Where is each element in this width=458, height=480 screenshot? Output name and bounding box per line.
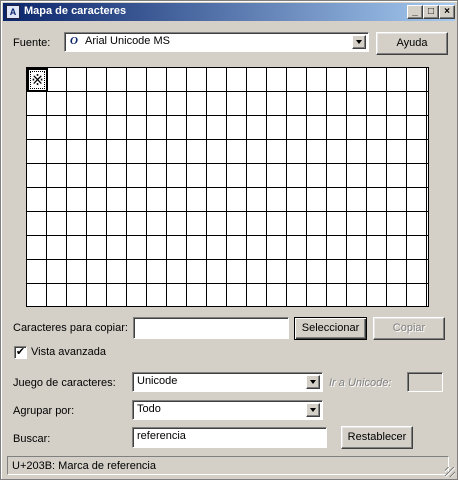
help-button[interactable]: Ayuda xyxy=(376,32,448,55)
selected-character-cell[interactable]: ※ xyxy=(27,68,48,92)
goto-unicode-label: Ir a Unicode: xyxy=(329,377,392,389)
charset-select-value: Unicode xyxy=(137,375,178,387)
chevron-down-icon xyxy=(310,408,316,412)
copy-label: Caracteres para copiar: xyxy=(13,322,128,334)
status-bar: U+203B: Marca de referencia xyxy=(7,456,449,475)
character-grid[interactable]: ※ xyxy=(26,67,429,307)
goto-unicode-field[interactable] xyxy=(407,372,443,392)
copy-field[interactable] xyxy=(133,317,289,339)
chevron-down-icon xyxy=(310,380,316,384)
resize-grip-icon[interactable] xyxy=(445,467,455,477)
search-input[interactable]: referencia xyxy=(132,427,327,448)
font-label: Fuente: xyxy=(13,37,51,49)
maximize-button[interactable]: □ xyxy=(423,5,439,19)
minimize-button[interactable]: _ xyxy=(407,5,423,19)
title-bar: A Mapa de caracteres _ □ × xyxy=(3,3,455,21)
window-title: Mapa de caracteres xyxy=(24,5,127,17)
search-input-value: referencia xyxy=(137,430,186,442)
copy-button[interactable]: Copiar xyxy=(373,317,445,340)
charset-select[interactable]: Unicode xyxy=(132,372,323,392)
chevron-down-icon xyxy=(356,40,362,44)
font-dropdown-button[interactable] xyxy=(352,35,366,49)
search-label: Buscar: xyxy=(13,433,51,445)
advanced-view-checkbox[interactable]: ✔ xyxy=(14,346,27,359)
reset-button[interactable]: Restablecer xyxy=(341,426,413,449)
status-text: U+203B: Marca de referencia xyxy=(12,460,156,472)
font-select-value: Arial Unicode MS xyxy=(85,35,170,47)
group-by-label: Agrupar por: xyxy=(13,405,75,417)
charmap-app-icon: A xyxy=(6,5,20,19)
advanced-view-label[interactable]: Vista avanzada xyxy=(31,346,106,358)
group-by-select[interactable]: Todo xyxy=(132,400,323,420)
group-by-select-value: Todo xyxy=(137,403,161,415)
font-select[interactable]: O Arial Unicode MS xyxy=(64,32,369,52)
opentype-font-icon: O xyxy=(70,35,78,47)
select-button[interactable]: Seleccionar xyxy=(294,317,367,340)
character-map-window: A Mapa de caracteres _ □ × Fuente: O Ari… xyxy=(0,0,458,480)
charset-dropdown-button[interactable] xyxy=(306,375,320,389)
charset-label: Juego de caracteres: xyxy=(13,377,116,389)
group-by-dropdown-button[interactable] xyxy=(306,403,320,417)
character-grid-lines xyxy=(27,68,428,306)
close-button[interactable]: × xyxy=(439,5,455,19)
